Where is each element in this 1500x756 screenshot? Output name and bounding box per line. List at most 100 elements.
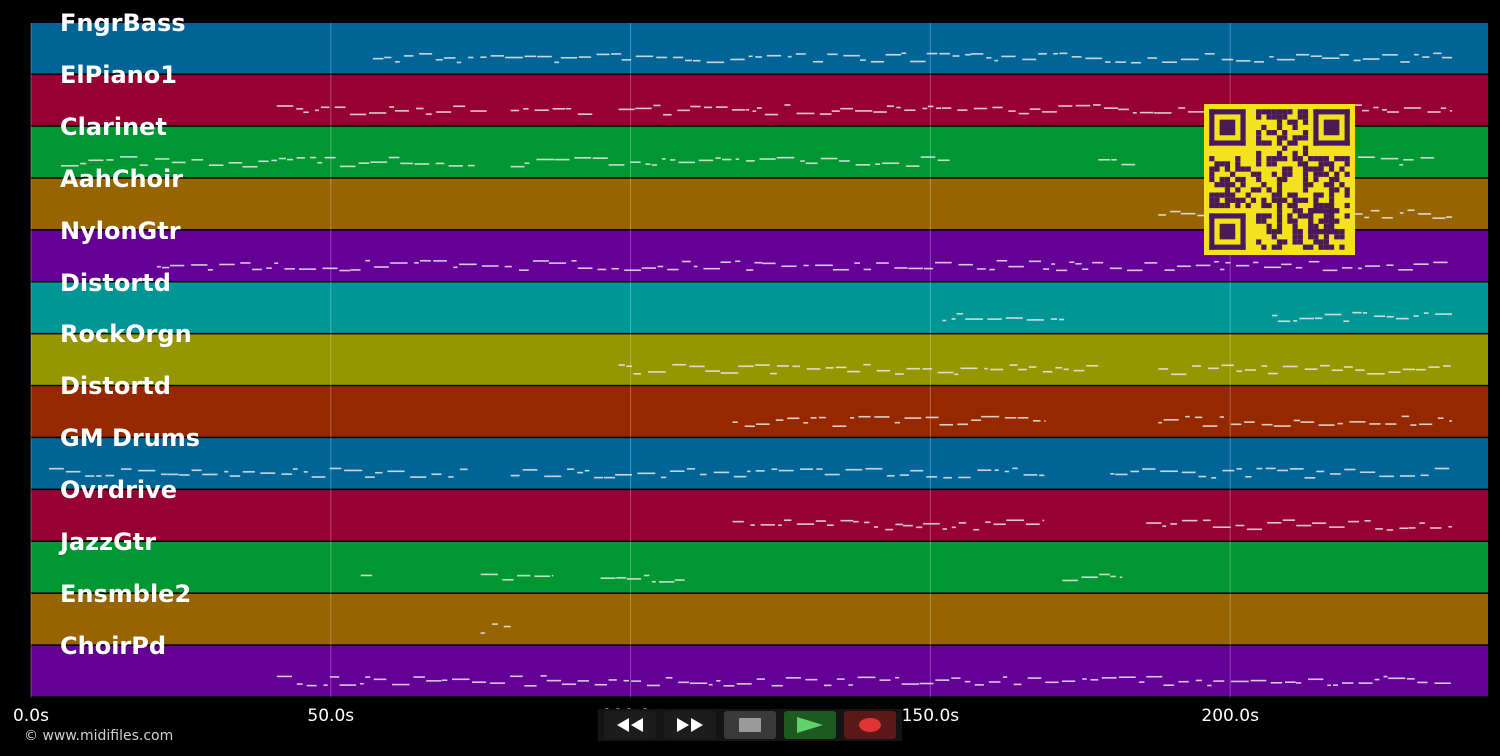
note-mark: [1289, 468, 1304, 470]
note-mark: [824, 473, 840, 476]
note-mark: [1221, 58, 1234, 61]
note-mark: [1339, 54, 1349, 56]
note-mark: [848, 684, 853, 686]
note-mark: [635, 107, 652, 110]
note-mark: [686, 468, 696, 470]
note-mark: [689, 682, 708, 685]
note-mark: [1212, 526, 1231, 529]
note-mark: [835, 366, 847, 369]
play-button[interactable]: [784, 711, 836, 739]
note-mark: [1236, 264, 1250, 267]
note-mark: [524, 55, 536, 58]
note-mark: [970, 53, 984, 55]
note-mark: [713, 471, 730, 474]
note-mark: [1359, 471, 1376, 474]
note-mark: [922, 368, 928, 370]
note-mark: [540, 675, 547, 677]
note-mark: [792, 365, 800, 368]
note-mark: [425, 113, 432, 115]
stop-button[interactable]: [724, 711, 776, 739]
note-mark: [1220, 268, 1225, 271]
note-mark: [927, 367, 932, 370]
note-mark: [219, 263, 235, 266]
note-mark: [994, 469, 999, 471]
note-mark: [224, 470, 229, 473]
note-mark: [1381, 217, 1393, 219]
note-mark: [1320, 364, 1330, 367]
note-mark: [1170, 523, 1178, 525]
rewind-button[interactable]: [604, 711, 656, 739]
note-mark: [755, 423, 770, 425]
note-mark: [577, 267, 593, 270]
note-mark: [1032, 420, 1041, 422]
note-mark: [663, 113, 672, 116]
note-mark: [685, 59, 693, 62]
note-mark: [1277, 320, 1291, 323]
note-mark: [296, 157, 306, 159]
note-mark: [1075, 104, 1091, 107]
note-mark: [1395, 317, 1409, 320]
note-mark: [1349, 421, 1366, 423]
note-mark: [344, 469, 363, 472]
note-mark: [400, 162, 414, 165]
note-mark: [510, 675, 523, 678]
note-mark: [1300, 421, 1315, 423]
record-button[interactable]: [844, 711, 896, 739]
note-mark: [1383, 675, 1388, 678]
note-mark: [832, 268, 849, 271]
note-mark: [800, 160, 805, 162]
note-mark: [637, 472, 656, 475]
note-mark: [951, 677, 961, 679]
note-mark: [1162, 525, 1167, 527]
note-mark: [167, 473, 179, 476]
note-mark: [838, 160, 850, 162]
note-mark: [973, 528, 980, 531]
note-mark: [1427, 111, 1441, 113]
note-mark: [981, 415, 1000, 418]
note-mark: [1358, 267, 1362, 270]
note-mark: [730, 58, 745, 61]
note-mark: [1056, 269, 1068, 272]
note-mark: [1146, 522, 1162, 524]
note-mark: [1198, 475, 1207, 478]
note-mark: [120, 156, 138, 158]
note-mark: [735, 260, 741, 263]
note-mark: [320, 106, 330, 109]
note-mark: [323, 684, 328, 686]
note-mark: [519, 269, 529, 271]
note-mark: [775, 419, 784, 421]
note-mark: [623, 679, 630, 682]
note-mark: [565, 107, 572, 110]
note-mark: [171, 161, 186, 164]
note-mark: [678, 161, 695, 164]
note-mark: [1413, 315, 1419, 317]
note-mark: [1127, 269, 1143, 272]
note-mark: [939, 52, 951, 55]
note-mark: [1109, 267, 1122, 270]
note-mark: [836, 678, 845, 680]
note-mark: [1399, 475, 1415, 477]
note-mark: [1429, 527, 1442, 529]
note-mark: [413, 676, 425, 678]
note-mark: [922, 107, 928, 110]
note-mark: [480, 56, 487, 59]
note-mark: [708, 683, 713, 686]
note-mark: [1029, 108, 1041, 110]
note-mark: [88, 159, 104, 162]
note-mark: [1042, 111, 1057, 113]
note-mark: [875, 163, 881, 165]
note-mark: [1304, 368, 1318, 370]
note-mark: [359, 682, 364, 685]
note-mark: [858, 415, 871, 418]
fast-forward-button[interactable]: [664, 711, 716, 739]
note-mark: [358, 162, 370, 164]
track-label: ElPiano1: [60, 60, 177, 89]
note-mark: [191, 469, 202, 472]
note-mark: [154, 158, 170, 160]
note-mark: [510, 109, 520, 112]
note-mark: [1419, 423, 1433, 426]
note-mark: [271, 159, 278, 162]
note-mark: [1385, 423, 1397, 425]
note-mark: [895, 676, 900, 679]
note-mark: [781, 265, 797, 268]
